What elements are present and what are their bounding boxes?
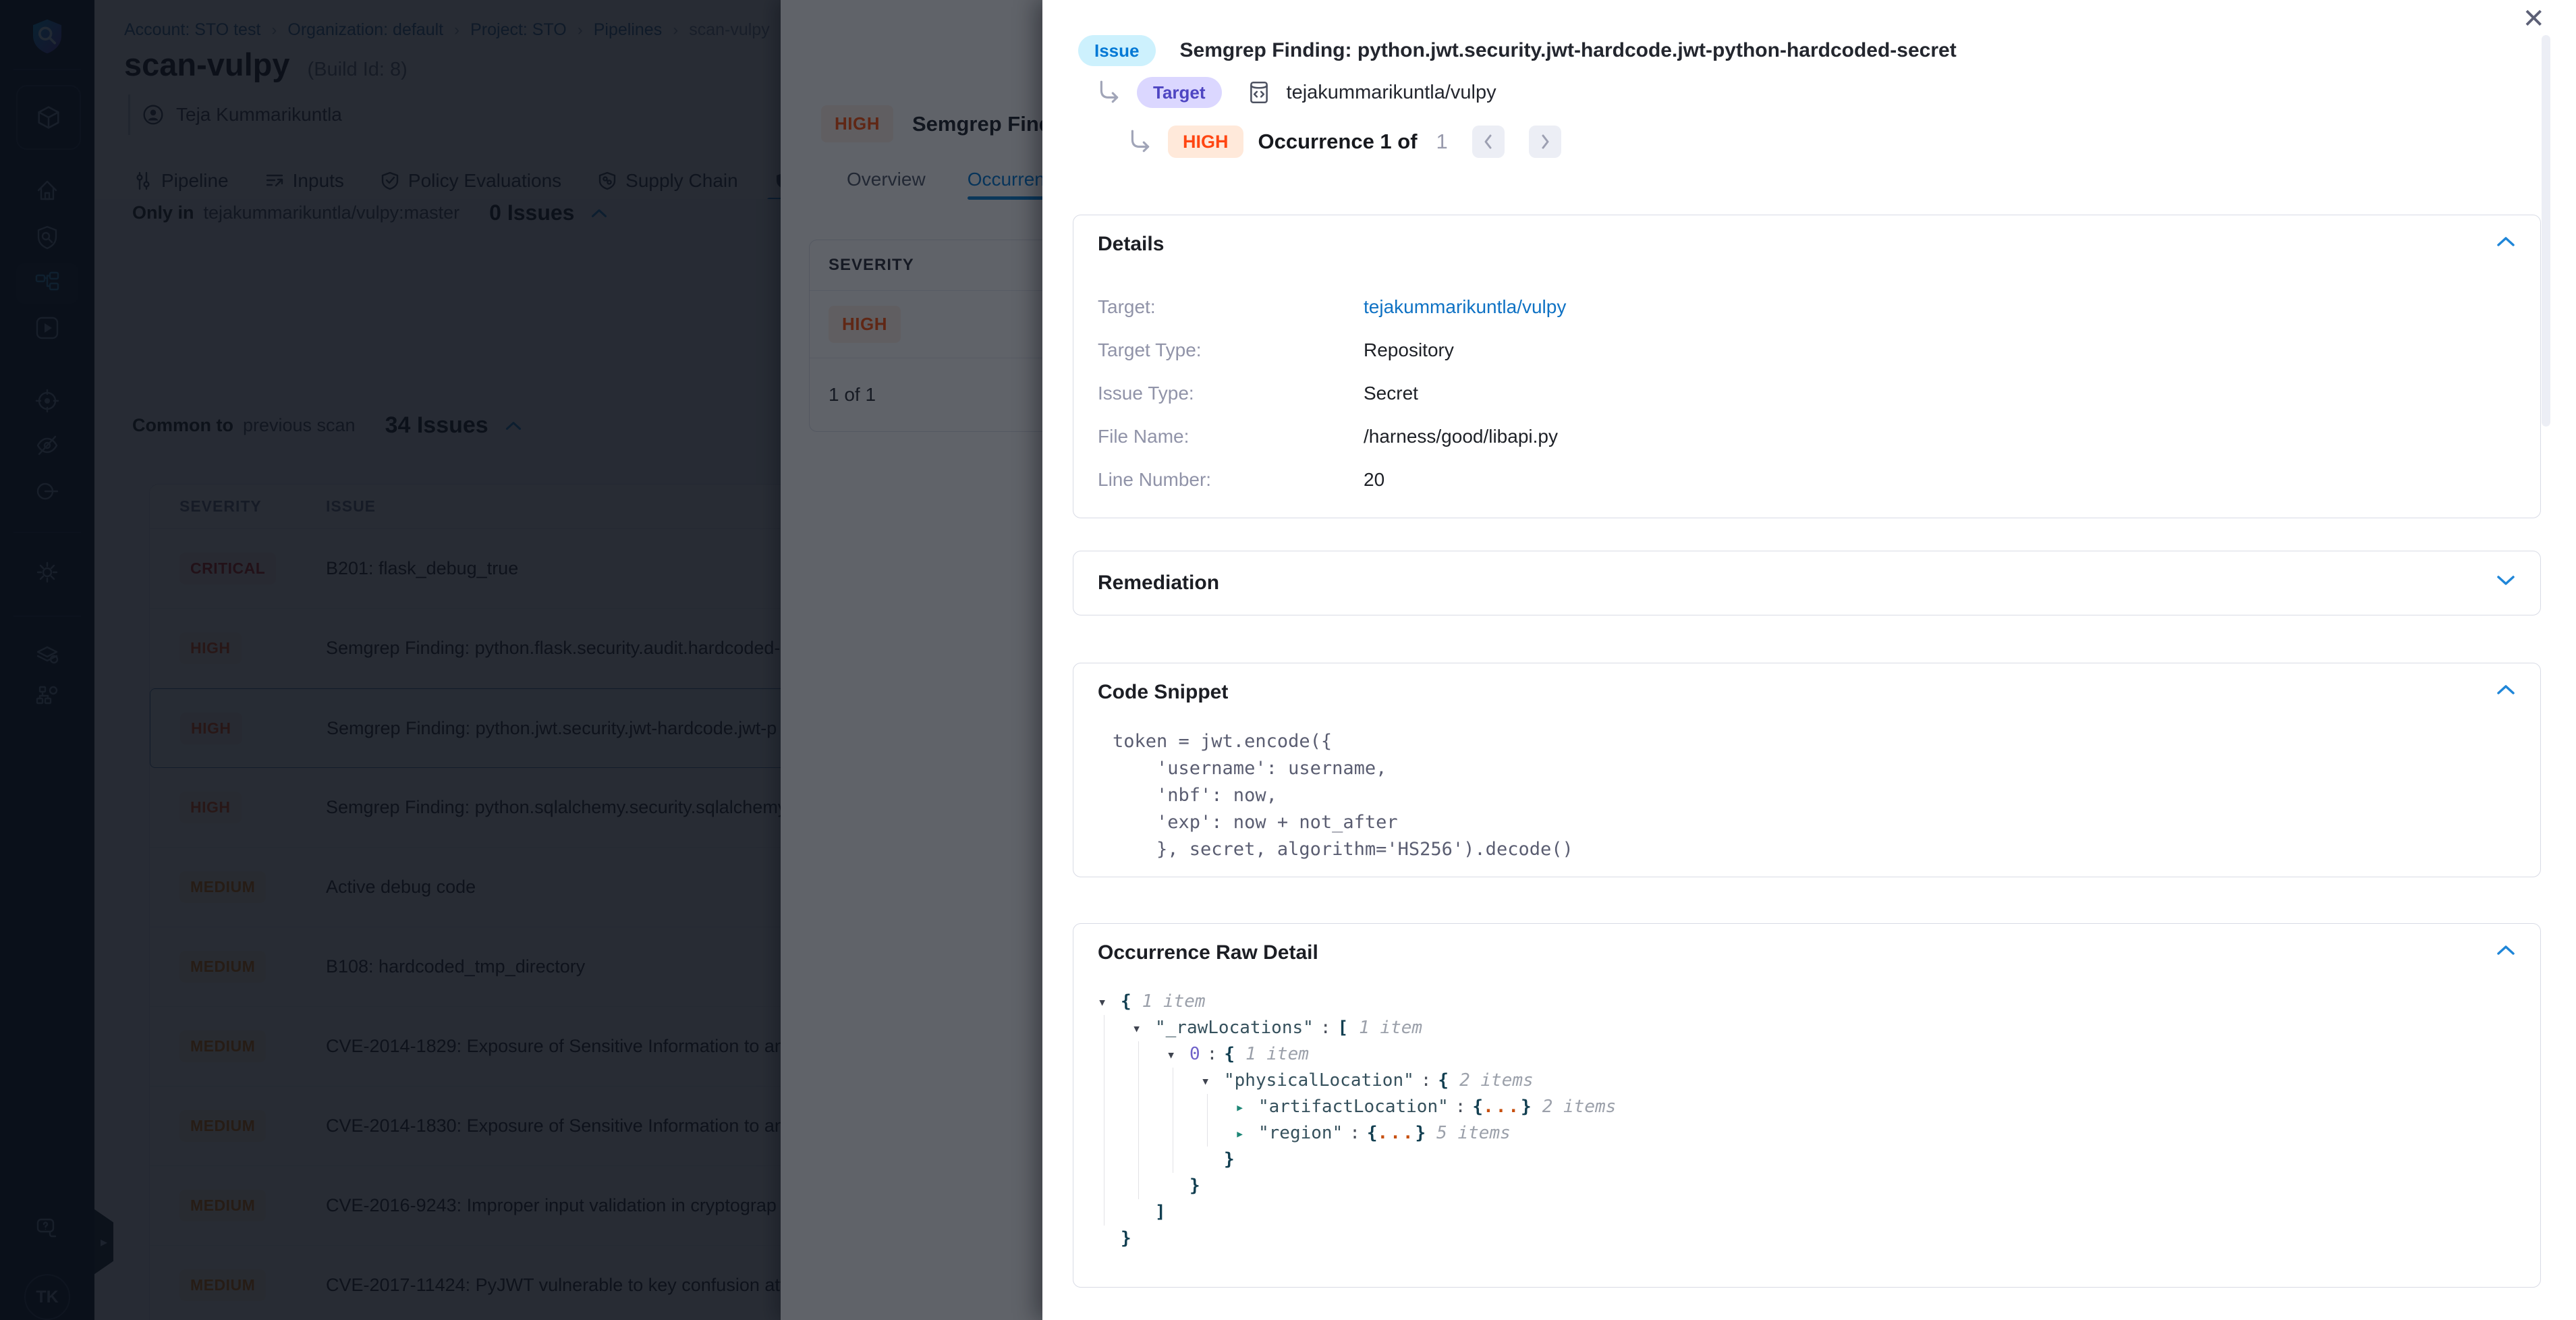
json-tree-line[interactable]: ▾"_rawLocations":[1 item xyxy=(1098,1015,1616,1041)
json-tree-line[interactable]: ▾0:{1 item xyxy=(1098,1041,1616,1068)
json-tree-line[interactable]: ▾"physicalLocation":{2 items xyxy=(1098,1068,1616,1094)
expand-arrow-icon: ▸ xyxy=(1235,1095,1258,1121)
details-card: Details Target:tejakummarikuntla/vulpyTa… xyxy=(1073,215,2541,518)
repository-icon xyxy=(1246,80,1272,105)
detail-row: File Name:/harness/good/libapi.py xyxy=(1098,415,2516,458)
code-snippet-heading: Code Snippet xyxy=(1098,681,1228,704)
detail-value: Secret xyxy=(1364,383,1418,404)
collapse-arrow-icon: ▾ xyxy=(1201,1068,1224,1095)
collapse-arrow-icon: ▾ xyxy=(1098,989,1121,1016)
code-snippet-card: Code Snippet token = jwt.encode({ 'usern… xyxy=(1073,663,2541,877)
json-tree-line: ] xyxy=(1098,1199,1616,1226)
issue-badge: Issue xyxy=(1078,35,1156,66)
raw-detail-card: Occurrence Raw Detail ▾{1 item▾"_rawLoca… xyxy=(1073,923,2541,1288)
occurrence-count: 1 xyxy=(1436,130,1448,154)
expand-chevron-icon[interactable] xyxy=(2496,574,2516,590)
severity-badge: HIGH xyxy=(1168,126,1243,158)
json-tree: ▾{1 item▾"_rawLocations":[1 item▾0:{1 it… xyxy=(1098,989,1616,1252)
code-snippet: token = jwt.encode({ 'username': usernam… xyxy=(1113,728,1573,863)
occurrence-detail-drawer: ✕ Issue Semgrep Finding: python.jwt.secu… xyxy=(1042,0,2576,1320)
details-heading: Details xyxy=(1098,233,1164,256)
collapse-arrow-icon: ▾ xyxy=(1132,1016,1155,1042)
json-tree-line: } xyxy=(1098,1147,1616,1173)
collapse-arrow-icon: ▾ xyxy=(1167,1042,1189,1068)
screen: TK ▸ Account: STO test›Organization: def… xyxy=(0,0,2576,1320)
json-tree-line[interactable]: ▸"region":{...}5 items xyxy=(1098,1120,1616,1147)
finding-title: Semgrep Finding: python.jwt.security.jwt… xyxy=(1180,39,1957,62)
detail-value[interactable]: tejakummarikuntla/vulpy xyxy=(1364,296,1566,318)
detail-label: Target: xyxy=(1098,296,1364,318)
json-tree-line[interactable]: ▾{1 item xyxy=(1098,989,1616,1015)
detail-value: Repository xyxy=(1364,339,1454,361)
collapse-chevron-icon[interactable] xyxy=(2496,236,2516,251)
detail-label: Target Type: xyxy=(1098,339,1364,361)
expand-arrow-icon: ▸ xyxy=(1235,1121,1258,1147)
json-tree-line: } xyxy=(1098,1173,1616,1199)
json-tree-line: } xyxy=(1098,1226,1616,1252)
scrollbar-thumb[interactable] xyxy=(2542,35,2550,427)
prev-occurrence-button[interactable] xyxy=(1472,126,1505,158)
detail-row: Line Number:20 xyxy=(1098,458,2516,501)
collapse-chevron-icon[interactable] xyxy=(2496,684,2516,699)
target-badge: Target xyxy=(1137,77,1222,108)
detail-label: Issue Type: xyxy=(1098,383,1364,404)
close-icon[interactable]: ✕ xyxy=(2518,1,2549,36)
remediation-heading: Remediation xyxy=(1098,572,1219,595)
raw-detail-heading: Occurrence Raw Detail xyxy=(1098,941,1318,964)
detail-value: /harness/good/libapi.py xyxy=(1364,426,1558,447)
branch-arrow-icon xyxy=(1096,80,1122,105)
detail-label: Line Number: xyxy=(1098,469,1364,491)
detail-row: Issue Type:Secret xyxy=(1098,372,2516,415)
detail-row: Target Type:Repository xyxy=(1098,329,2516,372)
next-occurrence-button[interactable] xyxy=(1529,126,1561,158)
detail-value: 20 xyxy=(1364,469,1384,491)
target-name: tejakummarikuntla/vulpy xyxy=(1287,82,1496,104)
branch-arrow-icon xyxy=(1127,129,1153,155)
json-tree-line[interactable]: ▸"artifactLocation":{...}2 items xyxy=(1098,1094,1616,1120)
detail-row: Target:tejakummarikuntla/vulpy xyxy=(1098,285,2516,329)
remediation-card: Remediation xyxy=(1073,551,2541,615)
detail-label: File Name: xyxy=(1098,426,1364,447)
collapse-chevron-icon[interactable] xyxy=(2496,944,2516,960)
occurrence-label: Occurrence 1 of xyxy=(1258,130,1418,154)
